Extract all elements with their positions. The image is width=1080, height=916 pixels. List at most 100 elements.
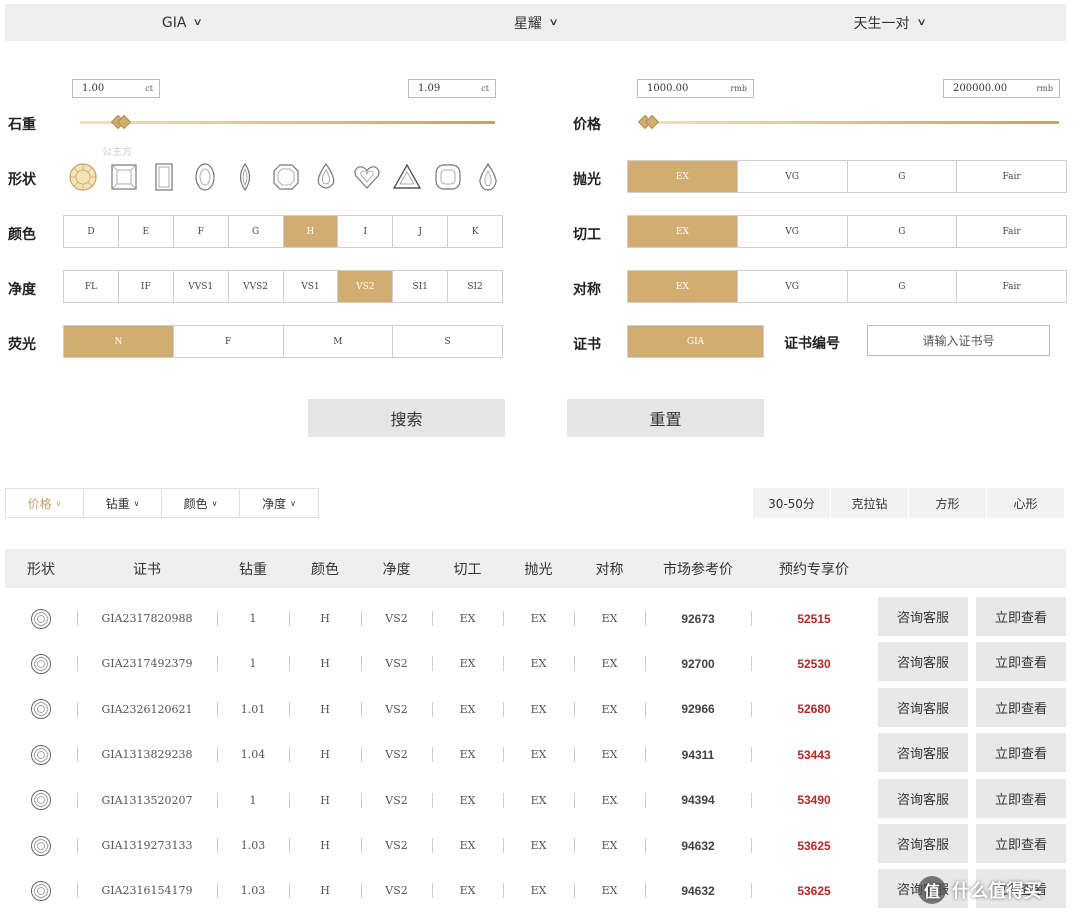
- column-divider: [574, 656, 575, 672]
- cell-special: 52530: [797, 656, 831, 671]
- clarity-label: 净度: [8, 282, 36, 298]
- fluorescence-option[interactable]: M: [284, 326, 394, 357]
- column-divider: [77, 792, 78, 808]
- symmetry-option-selected[interactable]: EX: [628, 271, 738, 302]
- round-shape-icon: [5, 868, 77, 913]
- polish-option[interactable]: G: [848, 161, 958, 192]
- tab-0[interactable]: GIA ∨: [5, 4, 359, 41]
- view-button[interactable]: 立即查看: [976, 642, 1066, 682]
- color-option[interactable]: D: [64, 216, 119, 247]
- cell-cert: GIA1313520207: [101, 793, 193, 807]
- clarity-option[interactable]: VVS1: [174, 271, 229, 302]
- round-shape-icon: [5, 778, 77, 823]
- pear-icon[interactable]: [306, 159, 347, 195]
- symmetry-option[interactable]: G: [848, 271, 958, 302]
- certificate-option-selected[interactable]: GIA: [628, 326, 763, 357]
- sort-clarity[interactable]: 净度 ∨: [240, 489, 318, 517]
- cell-carat: 1: [249, 612, 257, 625]
- cell-clarity: VS2: [385, 793, 408, 807]
- fluorescence-option-selected[interactable]: N: [64, 326, 174, 357]
- sort-label: 颜色: [183, 496, 208, 511]
- symmetry-option[interactable]: Fair: [957, 271, 1066, 302]
- emerald-icon[interactable]: [144, 159, 185, 195]
- cell-market: 94394: [681, 793, 715, 808]
- column-divider: [751, 792, 752, 808]
- quick-filter-square[interactable]: 方形: [909, 488, 987, 518]
- quick-filter-heart[interactable]: 心形: [987, 488, 1065, 518]
- price-max-input[interactable]: 200000.00 rmb: [943, 79, 1060, 98]
- asscher-icon[interactable]: [266, 159, 307, 195]
- color-option[interactable]: E: [119, 216, 174, 247]
- polish-option[interactable]: Fair: [957, 161, 1066, 192]
- clarity-option[interactable]: VVS2: [229, 271, 284, 302]
- price-min-input[interactable]: 1000.00 rmb: [637, 79, 754, 98]
- cut-options: EX VG G Fair: [627, 215, 1067, 248]
- column-divider: [289, 611, 290, 626]
- sort-price[interactable]: 价格 ∨: [6, 489, 84, 517]
- cell-polish: EX: [530, 748, 547, 762]
- cell-clarity: VS2: [385, 839, 408, 852]
- certificate-number-input[interactable]: 请输入证书号: [867, 325, 1050, 356]
- clarity-option[interactable]: SI2: [448, 271, 502, 302]
- cut-option[interactable]: VG: [738, 216, 848, 247]
- tab-1[interactable]: 星耀 ∨: [359, 4, 713, 41]
- column-divider: [432, 701, 433, 717]
- sort-color[interactable]: 颜色 ∨: [162, 489, 240, 517]
- trillion-icon[interactable]: [387, 159, 428, 195]
- carat-min-input[interactable]: 1.00 ct: [72, 79, 160, 98]
- oval-icon[interactable]: [185, 159, 226, 195]
- cell-sym: EX: [601, 702, 618, 716]
- consult-button[interactable]: 咨询客服: [878, 642, 968, 682]
- clarity-option[interactable]: VS1: [284, 271, 339, 302]
- carat-slider-track[interactable]: [80, 121, 495, 124]
- column-divider: [574, 747, 575, 763]
- color-option[interactable]: J: [393, 216, 449, 247]
- clarity-option[interactable]: FL: [64, 271, 119, 302]
- color-option[interactable]: K: [448, 216, 502, 247]
- marquise-icon[interactable]: [225, 159, 266, 195]
- sort-carat[interactable]: 钻重 ∨: [84, 489, 162, 517]
- cell-clarity: VS2: [385, 748, 408, 762]
- cut-option[interactable]: Fair: [957, 216, 1066, 247]
- cushion-icon[interactable]: [428, 159, 469, 195]
- quick-filter-carat[interactable]: 克拉钻: [831, 488, 909, 518]
- view-button[interactable]: 立即查看: [976, 733, 1066, 773]
- view-button[interactable]: 立即查看: [976, 778, 1066, 818]
- princess-icon[interactable]: [104, 159, 145, 195]
- quick-filter-30-50[interactable]: 30-50分: [753, 488, 831, 518]
- view-button[interactable]: 立即查看: [976, 597, 1066, 636]
- heart-icon[interactable]: [347, 159, 388, 195]
- fluorescence-option[interactable]: S: [393, 326, 502, 357]
- color-option-selected[interactable]: H: [283, 216, 339, 247]
- clarity-option[interactable]: SI1: [393, 271, 449, 302]
- cut-option[interactable]: G: [848, 216, 958, 247]
- cell-special: 53490: [797, 793, 831, 808]
- price-unit: rmb: [1036, 84, 1053, 93]
- color-option[interactable]: I: [338, 216, 394, 247]
- color-option[interactable]: F: [174, 216, 229, 247]
- consult-button[interactable]: 咨询客服: [878, 778, 968, 818]
- round-icon[interactable]: [63, 159, 104, 195]
- fluorescence-option[interactable]: F: [174, 326, 284, 357]
- polish-option-selected[interactable]: EX: [628, 161, 738, 192]
- carat-max-input[interactable]: 1.09 ct: [408, 79, 496, 98]
- sort-label: 钻重: [105, 496, 130, 511]
- consult-button[interactable]: 咨询客服: [878, 597, 968, 636]
- clarity-option-selected[interactable]: VS2: [338, 271, 394, 302]
- consult-button[interactable]: 咨询客服: [878, 687, 968, 727]
- price-slider-track[interactable]: [640, 121, 1059, 124]
- consult-button[interactable]: 咨询客服: [878, 824, 968, 863]
- column-divider: [217, 838, 218, 853]
- view-button[interactable]: 立即查看: [976, 824, 1066, 863]
- tab-2[interactable]: 天生一对 ∨: [712, 4, 1066, 41]
- search-button[interactable]: 搜索: [308, 399, 505, 437]
- view-button[interactable]: 立即查看: [976, 687, 1066, 727]
- symmetry-option[interactable]: VG: [738, 271, 848, 302]
- polish-option[interactable]: VG: [738, 161, 848, 192]
- reset-button[interactable]: 重置: [567, 399, 764, 437]
- consult-button[interactable]: 咨询客服: [878, 733, 968, 773]
- cut-option-selected[interactable]: EX: [628, 216, 738, 247]
- clarity-option[interactable]: IF: [119, 271, 174, 302]
- color-option[interactable]: G: [229, 216, 284, 247]
- teardrop-icon[interactable]: [468, 159, 509, 195]
